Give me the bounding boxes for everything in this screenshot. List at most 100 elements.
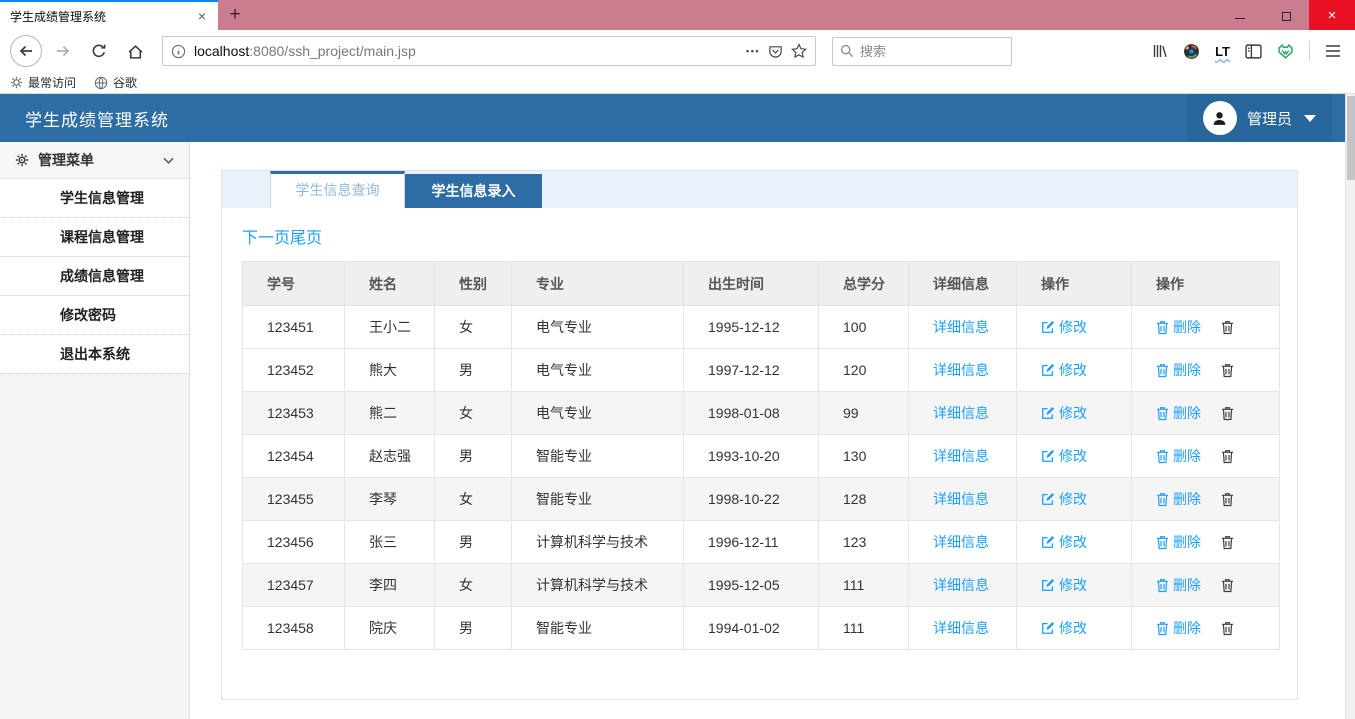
detail-link[interactable]: 详细信息 bbox=[933, 360, 989, 380]
tab-student-entry[interactable]: 学生信息录入 bbox=[405, 174, 542, 208]
trash-icon-button[interactable] bbox=[1221, 578, 1234, 593]
cell-birthdate: 1997-12-12 bbox=[684, 349, 819, 392]
edit-link[interactable]: 修改 bbox=[1041, 360, 1087, 380]
detail-link[interactable]: 详细信息 bbox=[933, 403, 989, 423]
cell-credits: 111 bbox=[819, 564, 909, 607]
delete-link[interactable]: 删除 bbox=[1156, 575, 1201, 595]
url-bar[interactable]: localhost:8080/ssh_project/main.jsp ••• bbox=[162, 36, 816, 66]
edit-link[interactable]: 修改 bbox=[1041, 403, 1087, 423]
bookmark-google[interactable]: 谷歌 bbox=[94, 74, 137, 91]
cell-credits: 120 bbox=[819, 349, 909, 392]
column-header: 出生时间 bbox=[684, 262, 819, 306]
trash-icon-button[interactable] bbox=[1221, 449, 1234, 464]
sidebar-item[interactable]: 退出本系统 bbox=[0, 335, 189, 374]
tab-student-query[interactable]: 学生信息查询 bbox=[270, 171, 405, 208]
search-icon bbox=[840, 44, 854, 58]
cell-credits: 130 bbox=[819, 435, 909, 478]
site-info-icon[interactable] bbox=[171, 44, 186, 59]
edit-icon bbox=[1041, 363, 1055, 377]
next-page-link[interactable]: 下一页 bbox=[242, 230, 290, 247]
sidebar-toggle-icon[interactable] bbox=[1245, 44, 1262, 59]
bookmark-most-visited[interactable]: 最常访问 bbox=[10, 74, 76, 91]
close-button[interactable]: × bbox=[1309, 0, 1355, 30]
delete-link[interactable]: 删除 bbox=[1156, 360, 1201, 380]
cell-birthdate: 1995-12-05 bbox=[684, 564, 819, 607]
detail-link[interactable]: 详细信息 bbox=[933, 532, 989, 552]
trash-icon-button[interactable] bbox=[1221, 535, 1234, 550]
tab-close-icon[interactable]: × bbox=[194, 8, 210, 24]
page-actions-icon[interactable]: ••• bbox=[746, 46, 760, 56]
detail-link[interactable]: 详细信息 bbox=[933, 575, 989, 595]
restore-button[interactable] bbox=[1263, 0, 1309, 30]
browser-titlebar: 学生成绩管理系统 × + × bbox=[0, 0, 1355, 30]
table-row: 123457 李四 女 计算机科学与技术 1995-12-05 111 详细信息… bbox=[243, 564, 1280, 607]
wappalyzer-icon[interactable] bbox=[1277, 43, 1294, 60]
pocket-icon[interactable] bbox=[768, 44, 783, 59]
table-row: 123456 张三 男 计算机科学与技术 1996-12-11 123 详细信息… bbox=[243, 521, 1280, 564]
delete-link[interactable]: 删除 bbox=[1156, 489, 1201, 509]
edit-link[interactable]: 修改 bbox=[1041, 532, 1087, 552]
search-input[interactable] bbox=[860, 44, 980, 59]
delete-link[interactable]: 删除 bbox=[1156, 317, 1201, 337]
sidebar-item[interactable]: 成绩信息管理 bbox=[0, 257, 189, 296]
last-page-link[interactable]: 尾页 bbox=[290, 230, 322, 247]
edit-link[interactable]: 修改 bbox=[1041, 618, 1087, 638]
trash-icon-button[interactable] bbox=[1221, 492, 1234, 507]
page-scrollbar[interactable] bbox=[1345, 94, 1355, 719]
table-row: 123455 李琴 女 智能专业 1998-10-22 128 详细信息 修改 … bbox=[243, 478, 1280, 521]
cell-student-id: 123452 bbox=[243, 349, 345, 392]
menu-hamburger-icon[interactable] bbox=[1325, 44, 1341, 58]
edit-link[interactable]: 修改 bbox=[1041, 446, 1087, 466]
admin-dropdown[interactable]: 管理员 bbox=[1187, 94, 1332, 142]
languagetool-icon[interactable]: LT bbox=[1215, 44, 1230, 59]
detail-link[interactable]: 详细信息 bbox=[933, 489, 989, 509]
cell-birthdate: 1998-10-22 bbox=[684, 478, 819, 521]
delete-link[interactable]: 删除 bbox=[1156, 446, 1201, 466]
trash-icon-button[interactable] bbox=[1221, 621, 1234, 636]
reload-button[interactable] bbox=[84, 36, 114, 66]
sidebar-item[interactable]: 学生信息管理 bbox=[0, 179, 189, 218]
trash-icon-button[interactable] bbox=[1221, 363, 1234, 378]
sidebar-filler bbox=[0, 374, 189, 719]
detail-link[interactable]: 详细信息 bbox=[933, 446, 989, 466]
column-header: 操作 bbox=[1017, 262, 1132, 306]
scrollbar-thumb[interactable] bbox=[1347, 96, 1355, 180]
minimize-button[interactable] bbox=[1217, 0, 1263, 30]
cell-birthdate: 1998-01-08 bbox=[684, 392, 819, 435]
edit-link[interactable]: 修改 bbox=[1041, 489, 1087, 509]
person-icon bbox=[1211, 110, 1228, 127]
detail-link[interactable]: 详细信息 bbox=[933, 317, 989, 337]
home-button[interactable] bbox=[120, 36, 150, 66]
cell-gender: 女 bbox=[435, 392, 512, 435]
url-text[interactable]: localhost:8080/ssh_project/main.jsp bbox=[194, 43, 738, 59]
cell-birthdate: 1993-10-20 bbox=[684, 435, 819, 478]
lens-extension-icon[interactable] bbox=[1183, 43, 1200, 60]
cell-gender: 女 bbox=[435, 306, 512, 349]
trash-icon-button[interactable] bbox=[1221, 320, 1234, 335]
bookmark-star-icon[interactable] bbox=[791, 43, 807, 59]
edit-link[interactable]: 修改 bbox=[1041, 575, 1087, 595]
back-button[interactable] bbox=[10, 35, 42, 67]
delete-link[interactable]: 删除 bbox=[1156, 403, 1201, 423]
cell-gender: 女 bbox=[435, 478, 512, 521]
new-tab-button[interactable]: + bbox=[218, 0, 252, 30]
edit-link[interactable]: 修改 bbox=[1041, 317, 1087, 337]
edit-icon bbox=[1041, 578, 1055, 592]
browser-tab[interactable]: 学生成绩管理系统 × bbox=[0, 0, 218, 30]
main-content: 学生信息查询 学生信息录入 下一页尾页 学号姓名性别专业出生时间总学分详细信息操… bbox=[190, 142, 1355, 719]
cell-gender: 男 bbox=[435, 349, 512, 392]
table-body: 123451 王小二 女 电气专业 1995-12-12 100 详细信息 修改… bbox=[243, 306, 1280, 650]
site-title: 学生成绩管理系统 bbox=[25, 106, 169, 131]
search-bar[interactable] bbox=[832, 37, 1012, 66]
forward-button[interactable] bbox=[48, 36, 78, 66]
sidebar-item[interactable]: 修改密码 bbox=[0, 296, 189, 335]
trash-icon-button[interactable] bbox=[1221, 406, 1234, 421]
detail-link[interactable]: 详细信息 bbox=[933, 618, 989, 638]
delete-link[interactable]: 删除 bbox=[1156, 532, 1201, 552]
library-icon[interactable] bbox=[1152, 43, 1168, 59]
sidebar-item[interactable]: 课程信息管理 bbox=[0, 218, 189, 257]
delete-link[interactable]: 删除 bbox=[1156, 618, 1201, 638]
cell-credits: 99 bbox=[819, 392, 909, 435]
sidebar-menu-header[interactable]: 管理菜单 bbox=[0, 142, 189, 179]
cell-name: 熊二 bbox=[345, 392, 435, 435]
